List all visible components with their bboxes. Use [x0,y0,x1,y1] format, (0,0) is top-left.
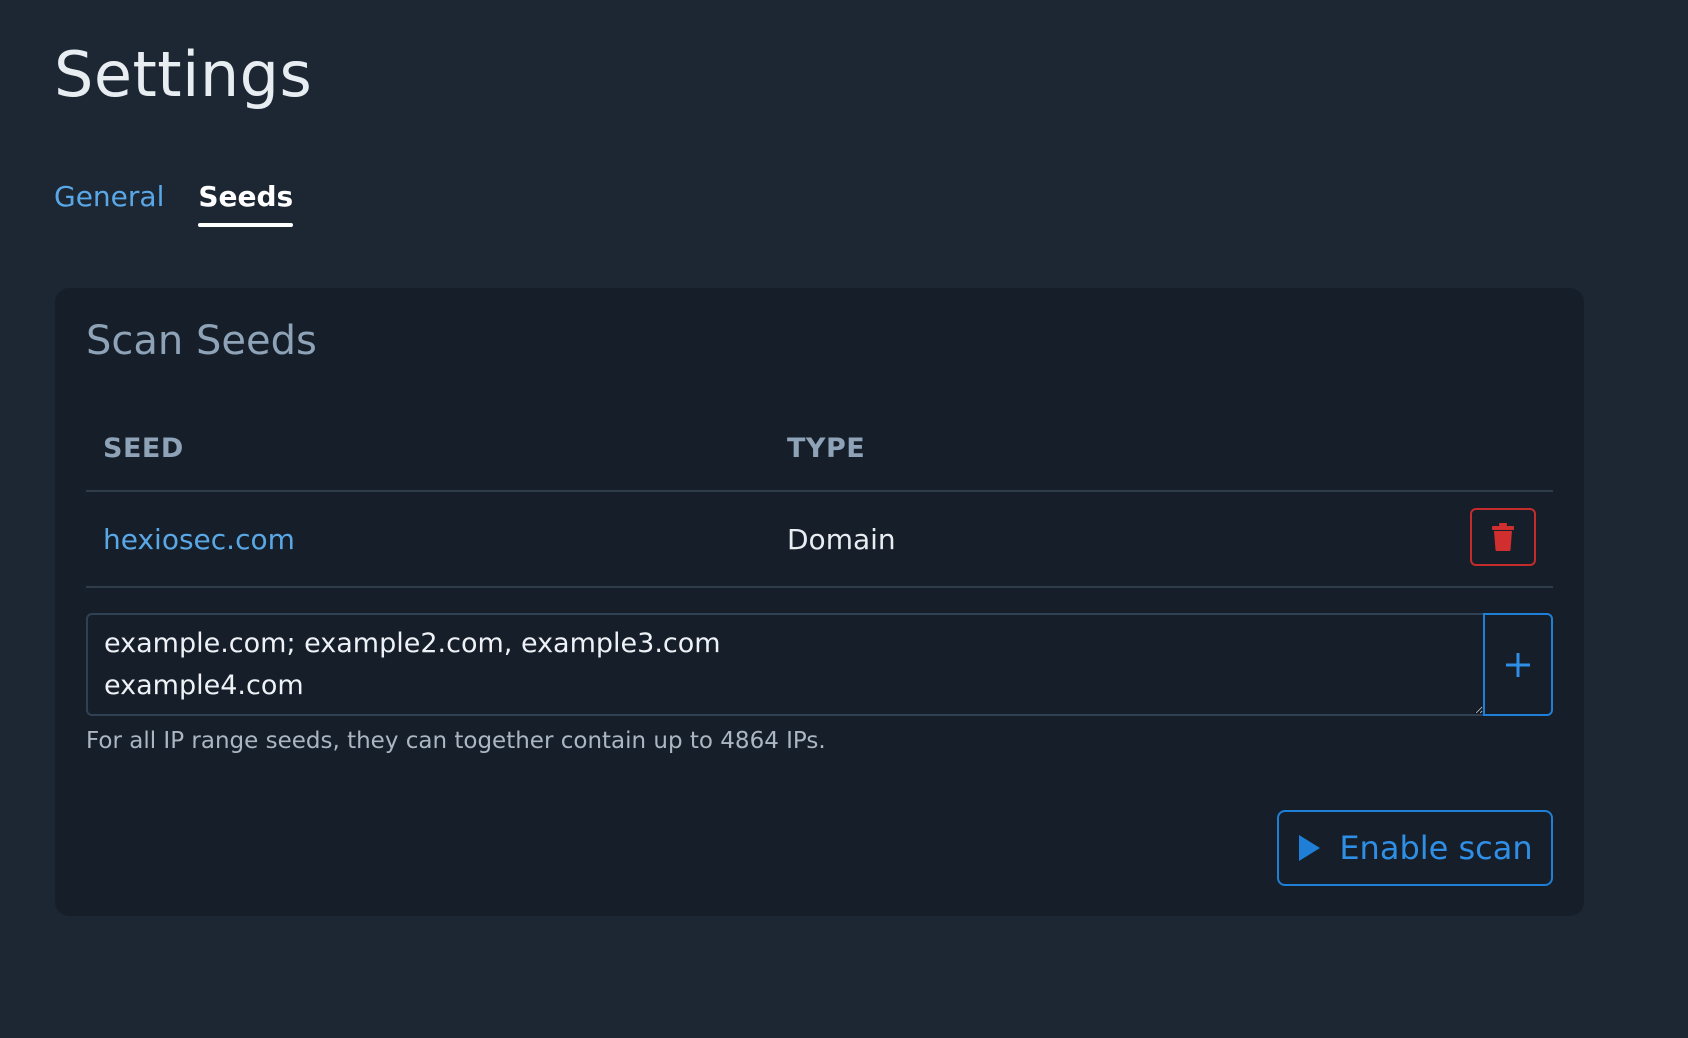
table-row: hexiosec.com Domain [86,492,1553,588]
column-header-seed: SEED [103,432,184,464]
tab-general[interactable]: General [54,180,164,227]
plus-icon [1506,652,1530,677]
seed-textarea[interactable] [86,613,1483,716]
card-title: Scan Seeds [86,318,317,364]
play-icon [1299,835,1321,861]
enable-scan-button[interactable]: Enable scan [1277,810,1553,886]
seeds-table: SEED TYPE hexiosec.com Domain [86,406,1553,588]
seed-link[interactable]: hexiosec.com [86,523,787,556]
add-seed-button[interactable] [1483,613,1553,716]
delete-seed-button[interactable] [1470,508,1536,566]
enable-scan-label: Enable scan [1339,829,1533,867]
scan-seeds-card: Scan Seeds SEED TYPE hexiosec.com Domain [55,288,1584,916]
table-header: SEED TYPE [86,406,1553,492]
column-header-type: TYPE [787,432,866,464]
seed-type: Domain [787,522,896,556]
tab-seeds[interactable]: Seeds [198,180,293,227]
settings-tabs: General Seeds [54,180,293,227]
page-title: Settings [54,38,313,111]
helper-text: For all IP range seeds, they can togethe… [86,728,826,754]
seed-input-row [86,613,1553,716]
trash-icon [1492,523,1514,551]
